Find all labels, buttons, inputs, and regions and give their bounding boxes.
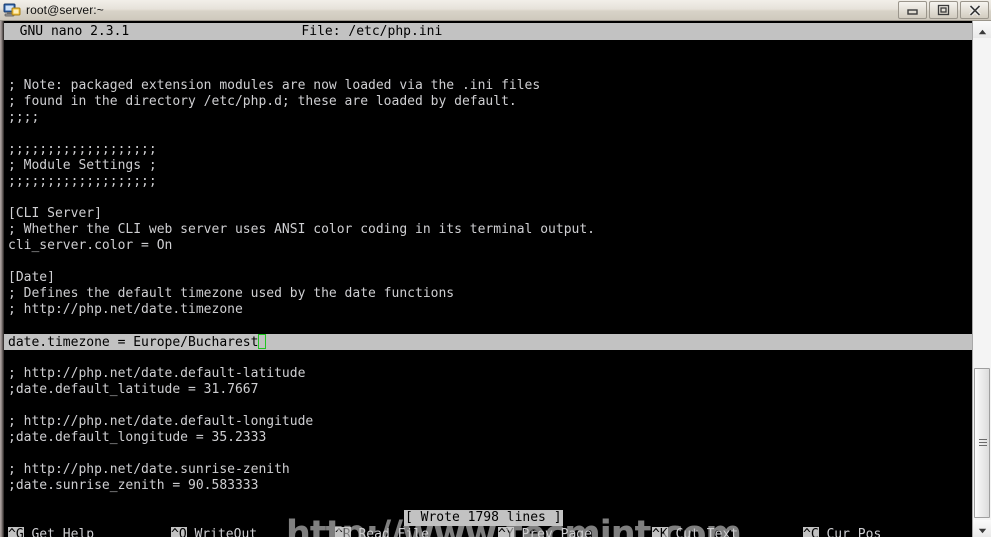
editor-line-text: ;date.default_latitude = 31.7667 (8, 382, 259, 397)
editor-line-text: ; Whether the CLI web server uses ANSI c… (8, 222, 595, 237)
editor-line-text: ;;;;;;;;;;;;;;;;;;; (8, 142, 157, 157)
shortcut-ctrl-c[interactable]: ^C Cur Pos (803, 527, 881, 537)
shortcut-ctrl-g[interactable]: ^G Get Help (8, 527, 94, 537)
restore-button[interactable] (929, 1, 958, 19)
scroll-down-icon (978, 519, 987, 537)
editor-line[interactable] (8, 398, 974, 414)
editor-line[interactable]: [CLI Server] (8, 206, 974, 222)
scroll-up-icon (978, 20, 987, 39)
scrollbar-grip-icon (979, 439, 987, 447)
editor-line-text: ; found in the directory /etc/php.d; the… (8, 94, 517, 109)
editor-line[interactable] (8, 254, 974, 270)
editor-line[interactable]: ; http://php.net/date.sunrise-zenith (8, 462, 974, 478)
editor-line[interactable]: ; Whether the CLI web server uses ANSI c… (8, 222, 974, 238)
text-cursor (258, 334, 267, 349)
editor-line-text: ;;;; (8, 110, 40, 125)
terminal-computer-icon (3, 2, 21, 19)
shortcut-label: Read File (350, 527, 429, 537)
terminal-left-bevel (0, 21, 4, 537)
editor-line[interactable] (8, 318, 974, 334)
editor-line[interactable]: ; http://php.net/date.timezone (8, 302, 974, 318)
shortcut-key: ^Y (498, 527, 514, 537)
close-button[interactable] (960, 1, 989, 19)
terminal-screen[interactable]: GNU nano 2.3.1 File: /etc/php.ini ; Note… (0, 21, 991, 537)
editor-line-text: ; http://php.net/date.default-longitude (8, 414, 314, 429)
editor-line-text: ; Defines the default timezone used by t… (8, 286, 455, 301)
editor-line-text: ; http://php.net/date.sunrise-zenith (8, 462, 290, 477)
status-message: [ Wrote 1798 lines ] (404, 510, 563, 526)
editor-line-text: date.timezone = Europe/Bucharest (8, 335, 259, 350)
editor-line[interactable]: ;;;;;;;;;;;;;;;;;;; (8, 142, 974, 158)
editor-line[interactable] (8, 446, 974, 462)
editor-line-current[interactable]: date.timezone = Europe/Bucharest (0, 334, 974, 350)
shortcut-label: Prev Page (513, 527, 592, 537)
shortcut-row-1: ^G Get Help ^O WriteOut ^R Read File ^Y Pre… (8, 527, 974, 537)
editor-line-text: ; Note: packaged extension modules are n… (8, 78, 541, 93)
scroll-down-button[interactable] (973, 520, 991, 537)
shortcut-ctrl-r[interactable]: ^R Read File (335, 527, 429, 537)
shortcut-key: ^K (652, 527, 668, 537)
window-controls (898, 1, 989, 19)
minimize-icon (906, 5, 919, 15)
editor-line-text: ;date.default_longitude = 35.2333 (8, 430, 267, 445)
editor-line[interactable]: ; Module Settings ; (8, 158, 974, 174)
editor-line-text: ; http://php.net/date.default-latitude (8, 366, 306, 381)
editor-line[interactable]: ; Note: packaged extension modules are n… (8, 78, 974, 94)
shortcut-key: ^O (171, 527, 187, 537)
restore-icon (937, 4, 950, 16)
nano-editor-text[interactable]: ; Note: packaged extension modules are n… (0, 78, 974, 498)
shortcut-key: ^R (335, 527, 351, 537)
nano-header-bar: GNU nano 2.3.1 File: /etc/php.ini (4, 23, 972, 40)
shortcut-key: ^C (803, 527, 819, 537)
shortcut-label: Get Help (23, 527, 95, 537)
editor-line[interactable]: ; found in the directory /etc/php.d; the… (8, 94, 974, 110)
editor-line-text: ;date.sunrise_zenith = 90.583333 (8, 478, 259, 493)
shortcut-key: ^G (8, 527, 24, 537)
shortcut-label: Cut Text (667, 527, 739, 537)
editor-line[interactable]: ;date.sunrise_zenith = 90.583333 (8, 478, 974, 494)
editor-line[interactable]: ; http://php.net/date.default-longitude (8, 414, 974, 430)
editor-line[interactable]: ; http://php.net/date.default-latitude (8, 366, 974, 382)
scrollbar-thumb[interactable] (974, 368, 990, 518)
editor-line-text: [Date] (8, 270, 55, 285)
editor-line-text: [CLI Server] (8, 206, 102, 221)
editor-line-text: ; http://php.net/date.timezone (8, 302, 243, 317)
window-titlebar[interactable]: root@server:~ (0, 0, 991, 21)
shortcut-label: WriteOut (186, 527, 258, 537)
shortcut-ctrl-y[interactable]: ^Y Prev Page (498, 527, 592, 537)
editor-line[interactable]: ; Defines the default timezone used by t… (8, 286, 974, 302)
scrollbar-track[interactable] (973, 38, 991, 520)
close-icon (968, 4, 982, 17)
editor-line[interactable]: [Date] (8, 270, 974, 286)
editor-line[interactable] (8, 126, 974, 142)
editor-line-text: ;;;;;;;;;;;;;;;;;;; (8, 174, 157, 189)
editor-line[interactable]: ;date.default_longitude = 35.2333 (8, 430, 974, 446)
editor-line[interactable]: ;;;; (8, 110, 974, 126)
editor-line[interactable] (8, 190, 974, 206)
editor-line[interactable] (8, 350, 974, 366)
nano-shortcut-bar: ^G Get Help ^O WriteOut ^R Read File ^Y Pre… (8, 527, 974, 537)
editor-line-text: cli_server.color = On (8, 238, 173, 253)
scroll-up-button[interactable] (973, 21, 991, 38)
window-title: root@server:~ (26, 3, 104, 17)
editor-line-text: ; Module Settings ; (8, 158, 157, 173)
shortcut-ctrl-o[interactable]: ^O WriteOut (171, 527, 257, 537)
shortcut-ctrl-k[interactable]: ^K Cut Text (652, 527, 738, 537)
shortcut-label: Cur Pos (818, 527, 882, 537)
editor-line[interactable]: ;;;;;;;;;;;;;;;;;;; (8, 174, 974, 190)
editor-line[interactable]: ;date.default_latitude = 31.7667 (8, 382, 974, 398)
terminal-window: root@server:~ GNU nano 2.3.1 File: /etc/… (0, 0, 991, 537)
vertical-scrollbar[interactable] (972, 21, 991, 537)
editor-line[interactable]: cli_server.color = On (8, 238, 974, 254)
minimize-button[interactable] (898, 1, 927, 19)
